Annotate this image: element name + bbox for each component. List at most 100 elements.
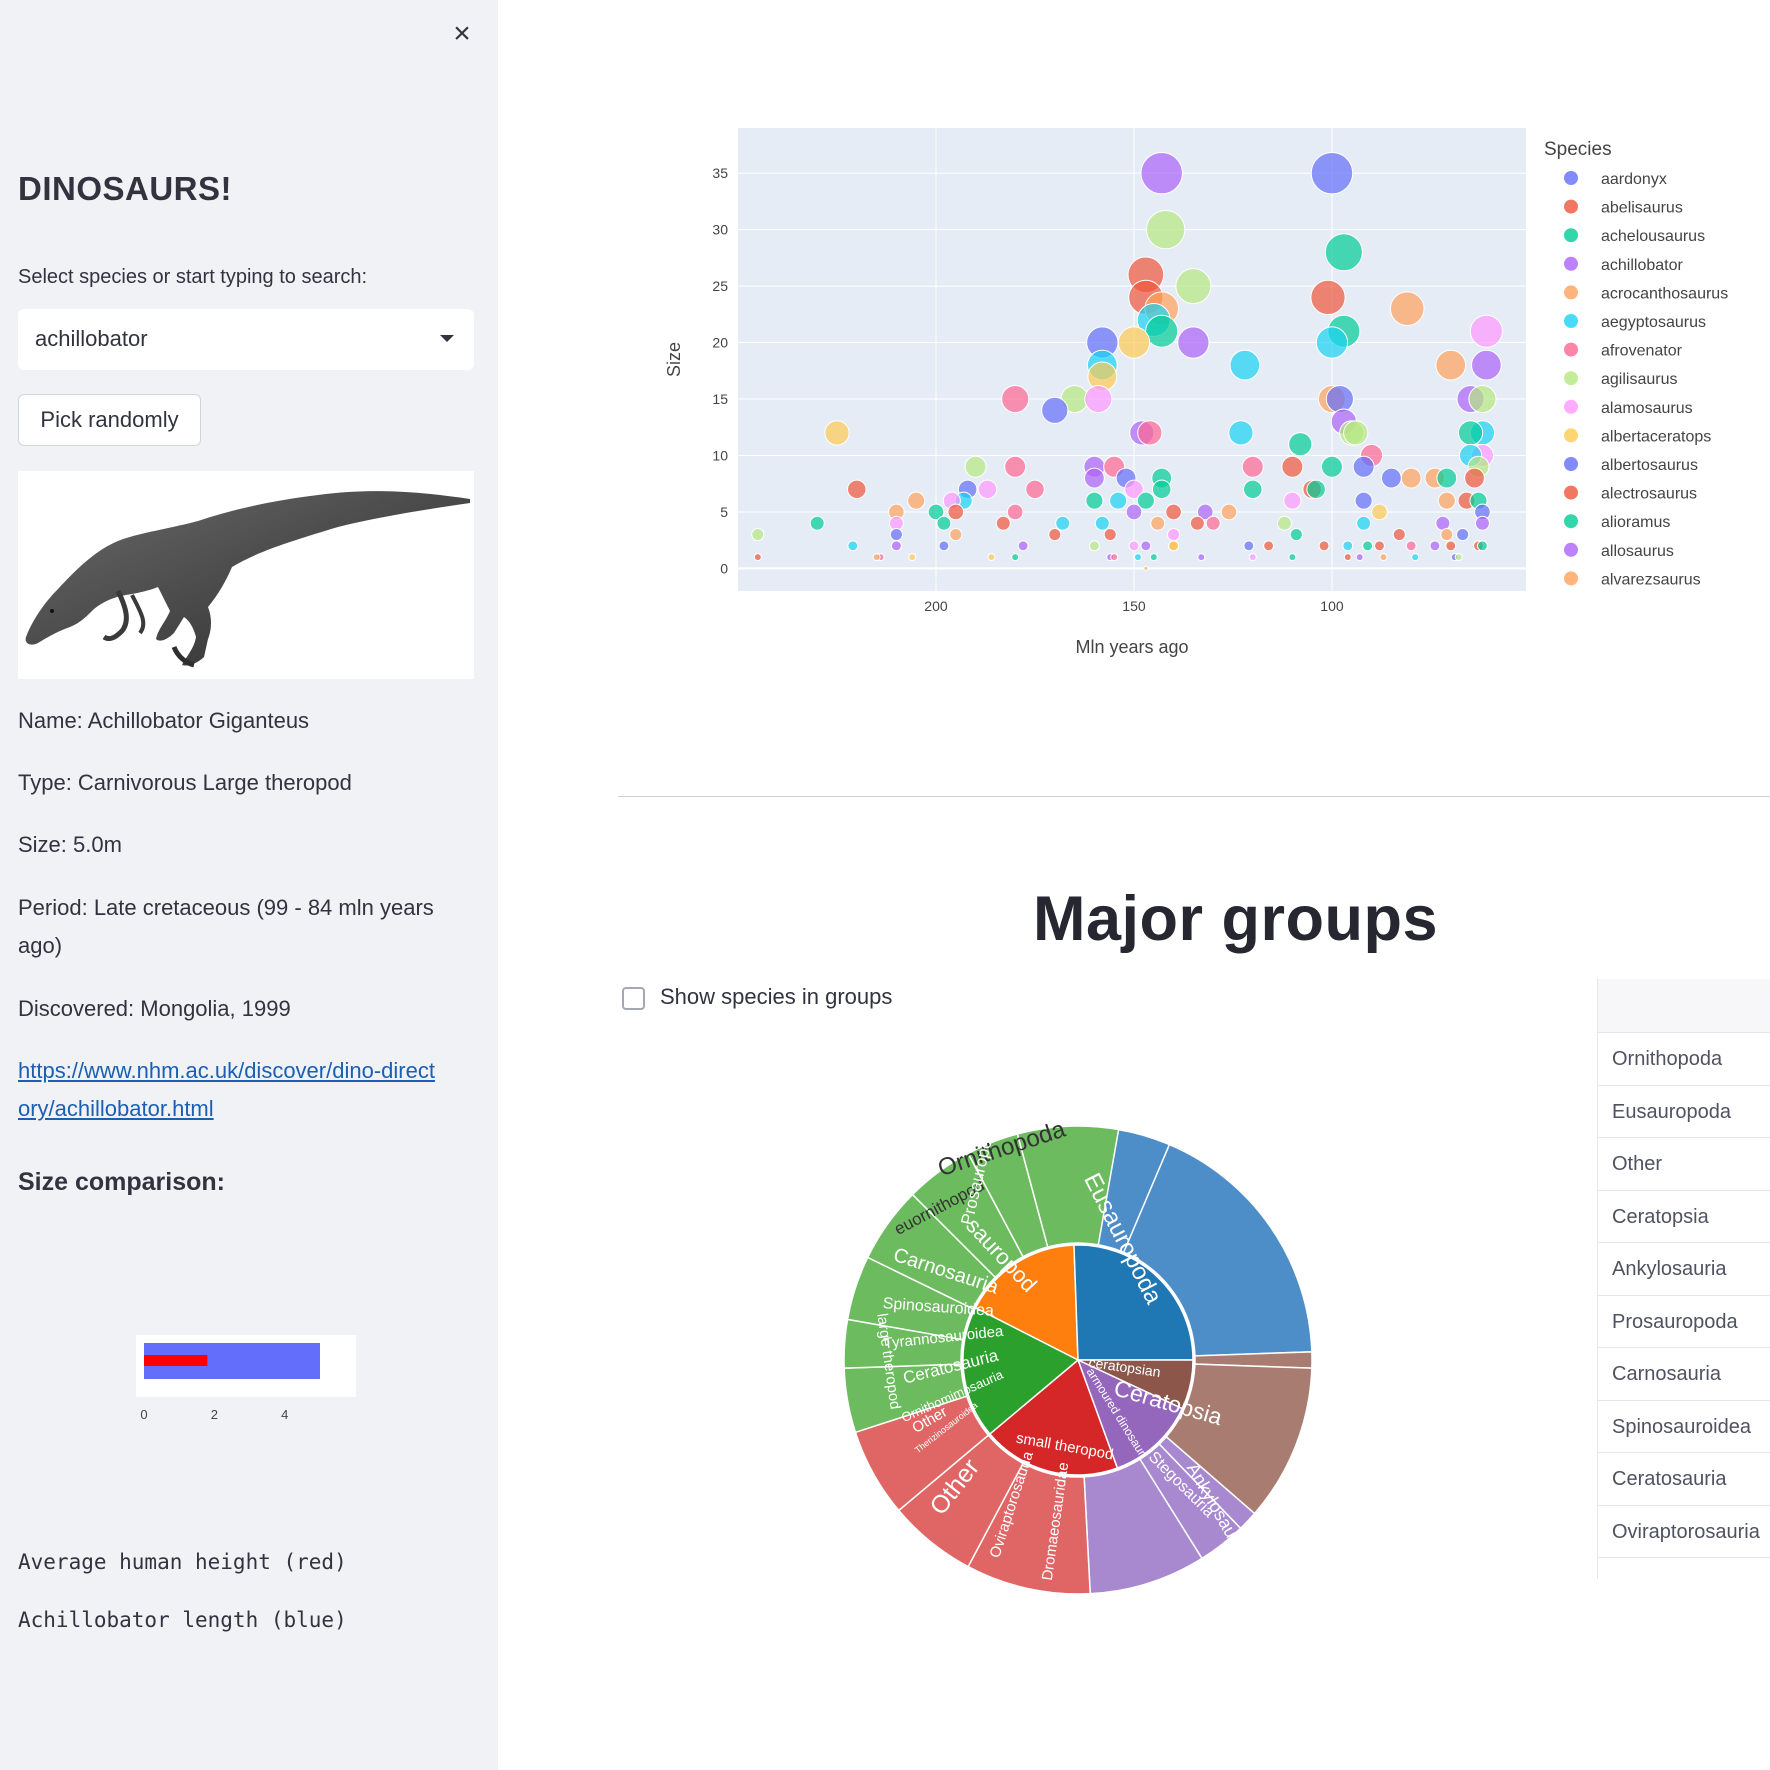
scatter-point	[1140, 151, 1183, 195]
show-species-label: Show species in groups	[660, 984, 893, 1009]
scatter-point	[1103, 527, 1117, 542]
x-tick-label: 100	[1320, 598, 1344, 614]
dino-directory-link[interactable]: https://www.nhm.ac.uk/discover/dino-dire…	[18, 1058, 435, 1121]
legend-entry: achelousaurus	[1601, 228, 1705, 245]
info-size: Size: 5.0m	[18, 832, 122, 857]
legend-dino-text: Achillobator length (blue)	[18, 1608, 347, 1632]
size-comparison-chart: 0 2 4	[136, 1335, 356, 1427]
table-row: Carnosauria	[1598, 1348, 1770, 1401]
table-row: Ceratosauria	[1598, 1453, 1770, 1506]
scatter-point	[889, 527, 903, 542]
legend-marker	[1564, 485, 1578, 500]
scatter-point	[995, 515, 1011, 531]
scatter-point	[1165, 503, 1182, 521]
scatter-point	[1320, 455, 1343, 478]
legend-human-text: Average human height (red)	[18, 1550, 347, 1574]
scatter-point	[1175, 268, 1212, 305]
scatter-chart: 0 5 10 15 20 25 30 35 200 150 100 Mln years ago Size…	[498, 0, 1770, 700]
close-sidebar-button[interactable]: ×	[446, 18, 478, 50]
scatter-point	[1429, 540, 1441, 552]
y-tick-label: 10	[712, 447, 728, 463]
legend-entry: agilisaurus	[1601, 371, 1677, 388]
scatter-point	[1437, 491, 1456, 510]
scatter-point	[1229, 349, 1261, 381]
size-comparison-heading: Size comparison:	[18, 1168, 225, 1196]
scatter-point	[1143, 565, 1149, 571]
groups-table: Ornithopoda Eusauropoda Other Ceratopsia Ank…	[1597, 979, 1770, 1579]
scatter-point	[1405, 540, 1417, 552]
table-row: Other	[1598, 1138, 1770, 1191]
scatter-point	[1228, 420, 1254, 446]
species-select[interactable]: achillobator	[18, 309, 474, 370]
scatter-point	[987, 553, 996, 562]
legend-marker	[1564, 371, 1578, 386]
scatter-point	[964, 455, 987, 478]
scatter-point	[1189, 515, 1205, 531]
sunburst-chart: Ornithopoda euornithopod Prosauropoda Eusau…	[838, 1115, 1318, 1600]
info-discovered: Discovered: Mongolia, 1999	[18, 996, 291, 1021]
scatter-point	[1041, 396, 1069, 424]
info-name: Name: Achillobator Giganteus	[18, 708, 310, 733]
scatter-point	[1354, 491, 1373, 510]
y-tick-label: 25	[712, 278, 728, 294]
scatter-point	[1011, 553, 1020, 562]
scatter-point	[1456, 527, 1470, 542]
scatter-point	[1374, 540, 1385, 552]
scatter-point	[907, 491, 926, 510]
legend-entry: achillobator	[1601, 257, 1684, 274]
scatter-point	[1468, 384, 1497, 414]
scatter-point	[1133, 553, 1142, 562]
legend-entry: alectrosaurus	[1601, 486, 1697, 503]
scatter-point	[1168, 540, 1180, 552]
show-species-checkbox[interactable]	[622, 987, 645, 1010]
legend-marker	[1564, 399, 1578, 414]
scatter-point	[1084, 384, 1113, 414]
scatter-point	[1004, 455, 1027, 478]
species-select-label: Select species or start typing to search…	[18, 266, 368, 288]
scatter-point	[872, 553, 881, 562]
scatter-point	[1356, 515, 1372, 531]
scatter-point	[1137, 420, 1163, 446]
scatter-point	[1411, 553, 1420, 562]
scatter-point	[1310, 279, 1346, 316]
scatter-point	[1145, 314, 1179, 348]
legend-entry: allosaurus	[1601, 543, 1674, 560]
scatter-point	[1248, 553, 1257, 562]
legend-marker	[1564, 342, 1578, 357]
scatter-point	[1167, 527, 1181, 542]
legend-entry: aegyptosaurus	[1601, 314, 1706, 331]
scatter-point	[1288, 432, 1313, 457]
y-tick-label: 0	[720, 560, 728, 576]
y-tick-label: 30	[712, 222, 728, 238]
scatter-point	[1128, 540, 1140, 552]
scatter-point	[1343, 553, 1352, 562]
scatter-point	[949, 527, 963, 542]
scatter-point	[1436, 467, 1458, 489]
scatter-point	[1371, 503, 1388, 521]
scatter-point	[1457, 420, 1484, 446]
scatter-point	[1151, 479, 1172, 500]
scatter-point	[1392, 527, 1406, 542]
legend-entry: alvarezsaurus	[1601, 571, 1701, 588]
legend-marker	[1564, 542, 1578, 557]
human-height-bar	[144, 1355, 208, 1366]
scatter-point	[977, 479, 998, 500]
x-tick-label: 150	[1122, 598, 1146, 614]
scatter-point	[1355, 553, 1364, 562]
scatter-point	[1085, 491, 1104, 510]
scatter-point	[1352, 455, 1375, 478]
legend-entry: aardonyx	[1601, 171, 1667, 188]
scatter-point	[1471, 349, 1502, 381]
table-header	[1598, 979, 1770, 1033]
scatter-point	[1325, 384, 1354, 414]
scatter-point	[1440, 527, 1454, 542]
main-content: 0 5 10 15 20 25 30 35 200 150 100 Mln years ago Size…	[498, 0, 1770, 1770]
scatter-point	[1318, 540, 1330, 552]
scatter-point	[1048, 527, 1062, 542]
scatter-point	[847, 540, 859, 552]
legend-marker	[1564, 228, 1578, 243]
scatter-point	[1149, 553, 1158, 562]
scatter-point	[1380, 467, 1402, 489]
info-type: Type: Carnivorous Large theropod	[18, 770, 352, 795]
pick-randomly-button[interactable]: Pick randomly	[18, 394, 201, 446]
